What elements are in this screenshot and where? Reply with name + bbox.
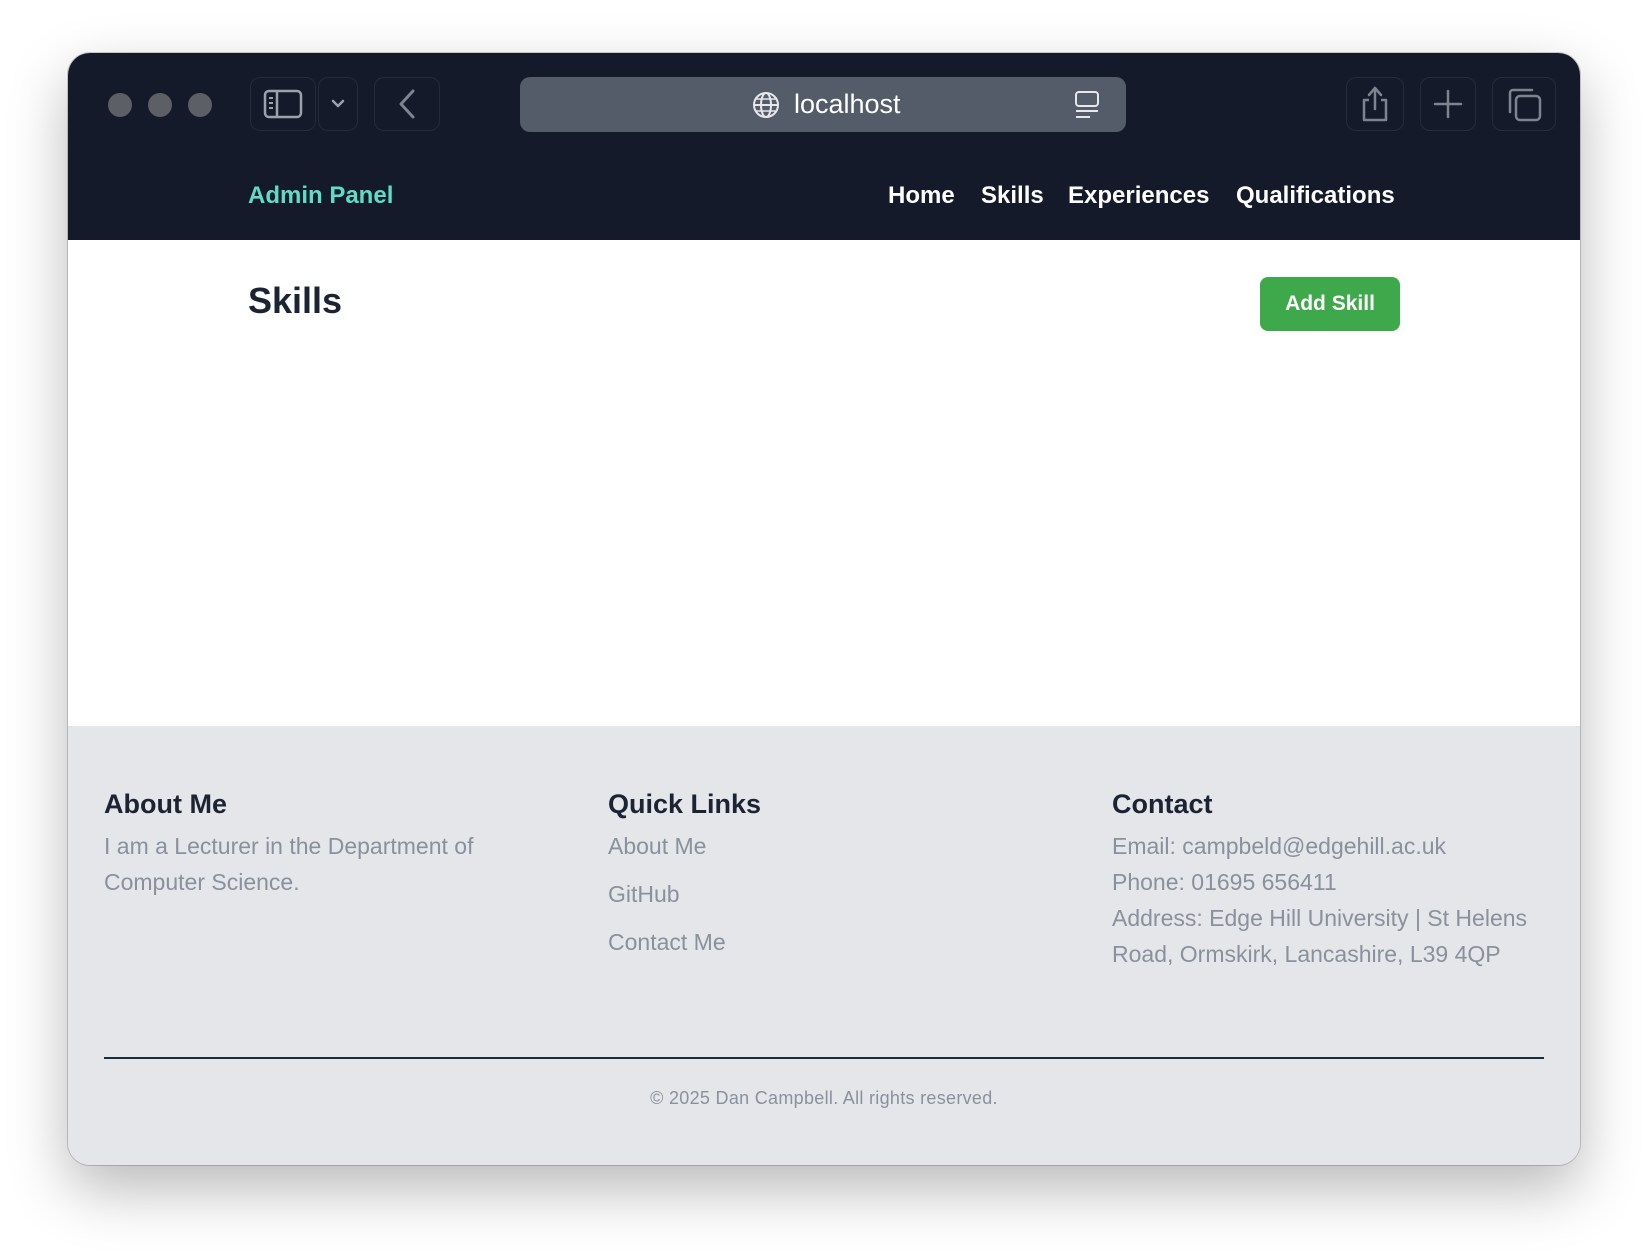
contact-address: Address: Edge Hill University | St Helen… [1112,905,1528,967]
footer-quick-links-heading: Quick Links [608,789,762,819]
footer-contact-heading: Contact [1112,789,1213,819]
new-tab-button[interactable] [1420,77,1476,131]
footer-contact-section: Contact Email: campbeld@edgehill.ac.uk P… [1112,788,1542,972]
contact-email: Email: campbeld@edgehill.ac.uk [1112,833,1447,859]
footer-link-github[interactable]: GitHub [608,876,1038,912]
brand-link[interactable]: Admin Panel [248,182,393,210]
reader-mode-icon[interactable] [1074,90,1100,120]
tab-overview-button[interactable] [1492,77,1556,131]
back-arrow-icon [399,89,415,119]
browser-toolbar: localhost [68,53,1580,158]
sidebar-icon [263,89,303,119]
sidebar-toggle-button[interactable] [250,77,316,131]
add-skill-button[interactable]: Add Skill [1260,277,1400,331]
footer-about-heading: About Me [104,789,227,819]
footer-link-about-me[interactable]: About Me [608,828,1038,864]
tab-overview-icon [1508,88,1542,122]
footer-about-text: I am a Lecturer in the Department of Com… [104,833,474,895]
nav-link-qualifications[interactable]: Qualifications [1236,182,1395,210]
plus-icon [1433,89,1463,119]
nav-link-skills[interactable]: Skills [981,182,1044,210]
window-maximize-button[interactable] [188,93,212,117]
share-icon [1362,86,1388,122]
chevron-down-icon [331,99,345,108]
window-minimize-button[interactable] [148,93,172,117]
nav-link-experiences[interactable]: Experiences [1068,182,1209,210]
share-button[interactable] [1346,77,1404,131]
page-title: Skills [248,280,343,321]
site-footer: About Me I am a Lecturer in the Departme… [68,726,1580,1165]
copyright-text: © 2025 Dan Campbell. All rights reserved… [650,1088,998,1108]
tab-group-dropdown-button[interactable] [318,77,358,131]
footer-divider [104,1057,1544,1059]
url-text: localhost [794,89,901,119]
footer-link-contact-me[interactable]: Contact Me [608,924,1038,960]
footer-about-section: About Me I am a Lecturer in the Departme… [104,788,534,900]
back-button[interactable] [374,77,440,131]
main-content: Skills Add Skill [68,240,1580,726]
window-close-button[interactable] [108,93,132,117]
address-bar[interactable]: localhost [520,77,1126,132]
nav-link-home[interactable]: Home [888,182,955,210]
contact-phone: Phone: 01695 656411 [1112,869,1337,895]
browser-window: localhost Admin Panel Home Skills Experi… [68,53,1580,1165]
globe-icon [753,92,779,118]
footer-quick-links-section: Quick Links About Me GitHub Contact Me [608,788,1038,972]
site-navbar: Admin Panel Home Skills Experiences Qual… [68,158,1580,240]
